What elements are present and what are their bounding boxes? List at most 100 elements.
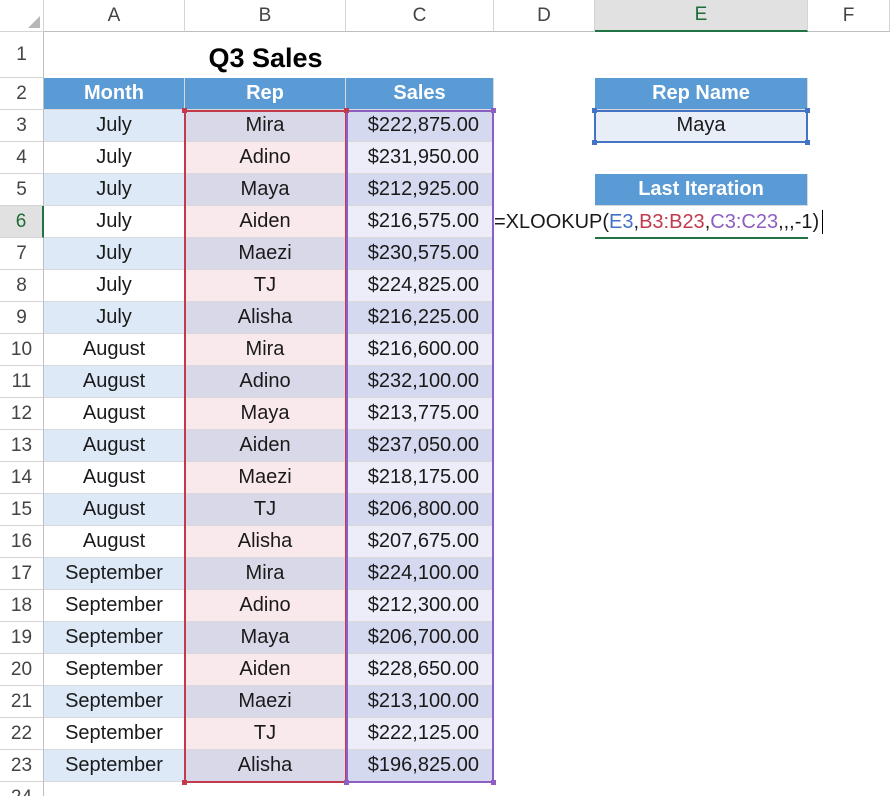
- row-header-8[interactable]: 8: [0, 270, 44, 302]
- row-header-23[interactable]: 23: [0, 750, 44, 782]
- table-cell-sales[interactable]: $228,650.00: [346, 654, 494, 686]
- table-cell-month[interactable]: August: [44, 526, 185, 558]
- select-all-corner[interactable]: [0, 0, 44, 32]
- row-header-3[interactable]: 3: [0, 110, 44, 142]
- table-cell-month[interactable]: August: [44, 494, 185, 526]
- table-cell-sales[interactable]: $206,700.00: [346, 622, 494, 654]
- rep-name-header[interactable]: Rep Name: [595, 78, 808, 110]
- column-header-c[interactable]: C: [346, 0, 494, 32]
- row-header-19[interactable]: 19: [0, 622, 44, 654]
- table-cell-month[interactable]: September: [44, 590, 185, 622]
- lookup-handle-tl[interactable]: [592, 108, 597, 113]
- rep-range-handle-tl[interactable]: [182, 108, 187, 113]
- sales-range-handle-br[interactable]: [491, 780, 496, 785]
- table-cell-month[interactable]: July: [44, 174, 185, 206]
- rep-range-handle-tr[interactable]: [344, 108, 349, 113]
- table-cell-month[interactable]: July: [44, 270, 185, 302]
- table-cell-month[interactable]: August: [44, 366, 185, 398]
- header-sales[interactable]: Sales: [346, 78, 494, 110]
- table-cell-sales[interactable]: $212,300.00: [346, 590, 494, 622]
- table-cell-rep[interactable]: Mira: [185, 110, 346, 142]
- table-cell-rep[interactable]: Alisha: [185, 750, 346, 782]
- table-cell-rep[interactable]: Aiden: [185, 654, 346, 686]
- table-cell-rep[interactable]: Maya: [185, 622, 346, 654]
- row-header-11[interactable]: 11: [0, 366, 44, 398]
- sales-range-handle-tr[interactable]: [491, 108, 496, 113]
- table-cell-sales[interactable]: $224,100.00: [346, 558, 494, 590]
- table-cell-rep[interactable]: Aiden: [185, 430, 346, 462]
- row-header-9[interactable]: 9: [0, 302, 44, 334]
- table-cell-sales[interactable]: $232,100.00: [346, 366, 494, 398]
- table-cell-rep[interactable]: Adino: [185, 366, 346, 398]
- row-header-21[interactable]: 21: [0, 686, 44, 718]
- table-cell-month[interactable]: September: [44, 686, 185, 718]
- table-cell-sales[interactable]: $216,600.00: [346, 334, 494, 366]
- table-cell-rep[interactable]: TJ: [185, 494, 346, 526]
- table-cell-rep[interactable]: Adino: [185, 142, 346, 174]
- table-cell-sales[interactable]: $222,875.00: [346, 110, 494, 142]
- header-rep[interactable]: Rep: [185, 78, 346, 110]
- table-cell-sales[interactable]: $212,925.00: [346, 174, 494, 206]
- formula-edit-cell[interactable]: =XLOOKUP(E3, B3:B23, C3:C23 ,,,-1): [494, 206, 824, 238]
- table-cell-rep[interactable]: Mira: [185, 334, 346, 366]
- table-cell-sales[interactable]: $213,100.00: [346, 686, 494, 718]
- table-cell-month[interactable]: September: [44, 558, 185, 590]
- table-cell-month[interactable]: July: [44, 302, 185, 334]
- table-cell-month[interactable]: July: [44, 206, 185, 238]
- lookup-handle-br[interactable]: [805, 140, 810, 145]
- table-cell-month[interactable]: September: [44, 622, 185, 654]
- table-cell-sales[interactable]: $231,950.00: [346, 142, 494, 174]
- column-header-e[interactable]: E: [595, 0, 808, 32]
- row-header-1[interactable]: 1: [0, 32, 44, 78]
- table-cell-sales[interactable]: $196,825.00: [346, 750, 494, 782]
- row-header-14[interactable]: 14: [0, 462, 44, 494]
- table-cell-month[interactable]: July: [44, 142, 185, 174]
- row-header-22[interactable]: 22: [0, 718, 44, 750]
- last-iteration-header[interactable]: Last Iteration: [595, 174, 808, 206]
- row-header-5[interactable]: 5: [0, 174, 44, 206]
- rep-name-value[interactable]: Maya: [595, 110, 808, 142]
- row-header-7[interactable]: 7: [0, 238, 44, 270]
- table-cell-sales[interactable]: $237,050.00: [346, 430, 494, 462]
- table-cell-sales[interactable]: $213,775.00: [346, 398, 494, 430]
- column-header-f[interactable]: F: [808, 0, 890, 32]
- spreadsheet-grid[interactable]: A B C D E F 1 2 3 4 5 6 7 8 9 10 11 12 13 14 15 16 17 18 1…: [0, 0, 890, 796]
- row-header-20[interactable]: 20: [0, 654, 44, 686]
- table-cell-rep[interactable]: Adino: [185, 590, 346, 622]
- table-cell-rep[interactable]: Aiden: [185, 206, 346, 238]
- table-cell-month[interactable]: July: [44, 110, 185, 142]
- table-cell-sales[interactable]: $230,575.00: [346, 238, 494, 270]
- table-cell-rep[interactable]: Maezi: [185, 686, 346, 718]
- row-header-4[interactable]: 4: [0, 142, 44, 174]
- row-header-6[interactable]: 6: [0, 206, 44, 238]
- table-cell-month[interactable]: July: [44, 238, 185, 270]
- table-cell-rep[interactable]: TJ: [185, 270, 346, 302]
- row-header-15[interactable]: 15: [0, 494, 44, 526]
- table-cell-sales[interactable]: $216,225.00: [346, 302, 494, 334]
- table-cell-rep[interactable]: TJ: [185, 718, 346, 750]
- table-cell-month[interactable]: September: [44, 750, 185, 782]
- row-header-17[interactable]: 17: [0, 558, 44, 590]
- table-cell-sales[interactable]: $218,175.00: [346, 462, 494, 494]
- table-cell-month[interactable]: September: [44, 718, 185, 750]
- lookup-handle-bl[interactable]: [592, 140, 597, 145]
- lookup-handle-tr[interactable]: [805, 108, 810, 113]
- table-cell-rep[interactable]: Alisha: [185, 302, 346, 334]
- table-cell-sales[interactable]: $224,825.00: [346, 270, 494, 302]
- table-cell-month[interactable]: August: [44, 430, 185, 462]
- table-cell-rep[interactable]: Maya: [185, 398, 346, 430]
- sheet-title[interactable]: Q3 Sales: [185, 42, 346, 74]
- table-cell-rep[interactable]: Alisha: [185, 526, 346, 558]
- table-cell-sales[interactable]: $216,575.00: [346, 206, 494, 238]
- table-cell-rep[interactable]: Maezi: [185, 462, 346, 494]
- table-cell-rep[interactable]: Mira: [185, 558, 346, 590]
- table-cell-month[interactable]: August: [44, 334, 185, 366]
- row-header-12[interactable]: 12: [0, 398, 44, 430]
- table-cell-rep[interactable]: Maezi: [185, 238, 346, 270]
- table-cell-sales[interactable]: $207,675.00: [346, 526, 494, 558]
- table-cell-rep[interactable]: Maya: [185, 174, 346, 206]
- table-cell-month[interactable]: August: [44, 398, 185, 430]
- row-header-18[interactable]: 18: [0, 590, 44, 622]
- sales-range-handle-bl[interactable]: [344, 780, 349, 785]
- rep-range-handle-bl[interactable]: [182, 780, 187, 785]
